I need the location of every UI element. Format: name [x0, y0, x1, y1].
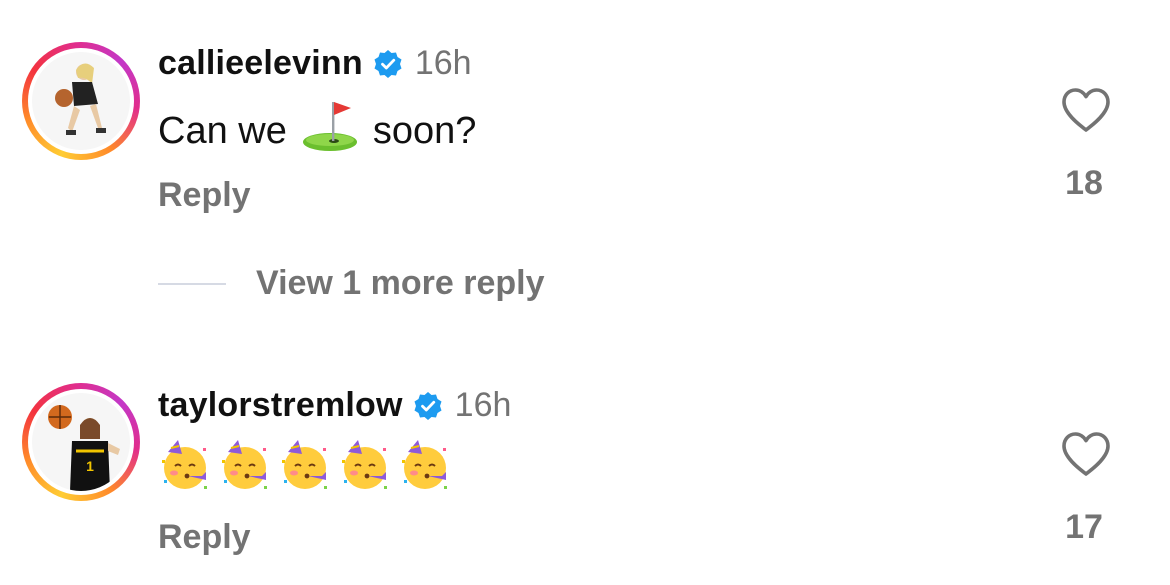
reply-button[interactable]: Reply — [158, 518, 251, 557]
divider — [158, 282, 226, 285]
partying-face-icon — [158, 438, 212, 502]
verified-badge-icon — [373, 49, 403, 79]
golf-flag-icon — [301, 100, 359, 162]
comment-callieelevinn: callieelevinn 16h Can we soon? Reply 18 — [0, 0, 1170, 240]
avatar — [32, 52, 130, 150]
comment-taylorstremlow: 1 taylorstremlow 16h Reply 17 — [0, 340, 1170, 585]
avatar: 1 — [32, 393, 130, 491]
view-more-replies-button[interactable]: View 1 more reply — [158, 264, 545, 303]
timestamp: 16h — [414, 44, 472, 82]
view-more-replies-label: View 1 more reply — [256, 264, 545, 302]
avatar-story-ring[interactable]: 1 — [22, 383, 140, 501]
heart-icon[interactable] — [1060, 86, 1112, 134]
like-count: 17 — [1065, 508, 1103, 546]
partying-face-icon — [338, 438, 392, 502]
comment-header: taylorstremlow 16h — [158, 386, 511, 425]
heart-icon[interactable] — [1060, 430, 1112, 478]
comment-text: Can we soon? — [158, 100, 476, 162]
username[interactable]: callieelevinn — [158, 44, 363, 83]
partying-face-icon — [278, 438, 332, 502]
comment-text-before: Can we — [158, 109, 287, 152]
username[interactable]: taylorstremlow — [158, 386, 403, 425]
timestamp: 16h — [454, 386, 512, 424]
partying-face-icon — [398, 438, 452, 502]
like-count: 18 — [1065, 164, 1103, 202]
partying-face-icon — [218, 438, 272, 502]
comment-text-after: soon? — [372, 109, 477, 152]
svg-text:1: 1 — [86, 458, 94, 474]
verified-badge-icon — [413, 391, 443, 421]
comment-header: callieelevinn 16h — [158, 44, 472, 83]
reply-button[interactable]: Reply — [158, 176, 251, 215]
comment-text — [158, 438, 458, 502]
avatar-story-ring[interactable] — [22, 42, 140, 160]
